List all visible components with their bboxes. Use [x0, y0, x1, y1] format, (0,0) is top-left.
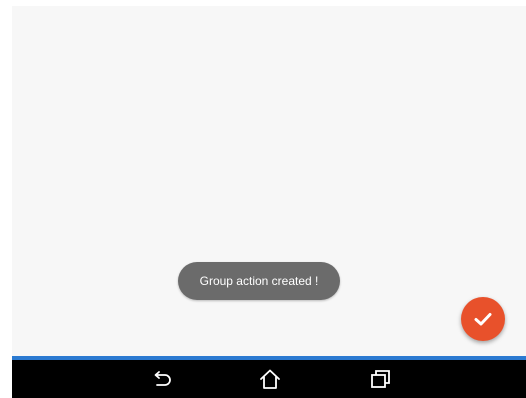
- back-button[interactable]: [148, 367, 176, 391]
- home-icon: [258, 368, 282, 390]
- home-button[interactable]: [256, 367, 284, 391]
- checkmark-icon: [472, 308, 494, 330]
- confirm-fab-button[interactable]: [461, 297, 505, 341]
- toast-message: Group action created !: [178, 262, 340, 300]
- system-navigation-bar: [12, 360, 526, 398]
- recent-apps-button[interactable]: [366, 367, 394, 391]
- content-area: [12, 6, 526, 356]
- toast-text: Group action created !: [199, 274, 319, 288]
- back-icon: [150, 369, 174, 389]
- recent-apps-icon: [368, 368, 392, 390]
